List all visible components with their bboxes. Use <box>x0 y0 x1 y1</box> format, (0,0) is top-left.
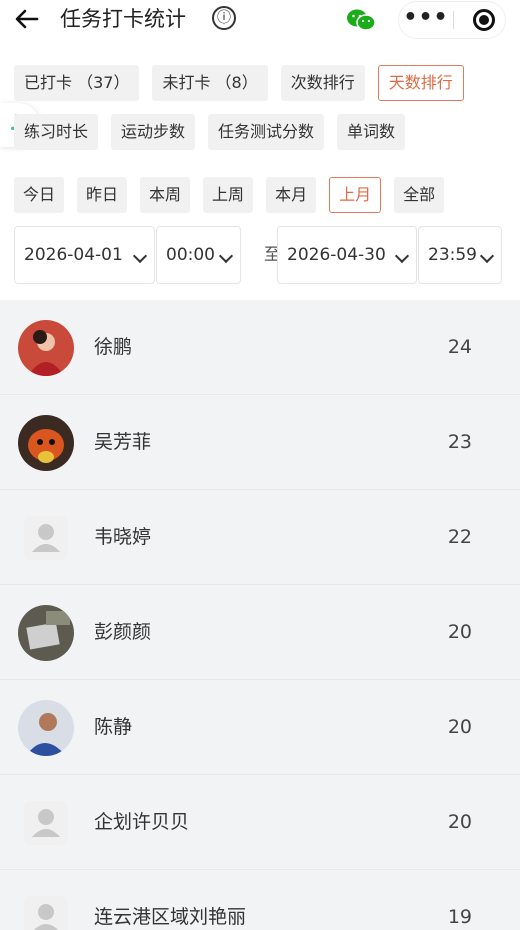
info-icon[interactable]: ⓘ <box>212 6 236 30</box>
capsule-divider <box>453 11 454 29</box>
filter-days-ranking[interactable]: 天数排行 <box>377 65 464 101</box>
start-date-select[interactable]: 2026-04-01 <box>14 226 155 284</box>
avatar <box>18 320 74 376</box>
close-circle-icon[interactable] <box>473 9 495 31</box>
top-bar: 任务打卡统计 ⓘ ••• <box>0 0 520 40</box>
avatar <box>18 605 74 661</box>
list-item[interactable]: 韦晓婷 22 <box>0 490 520 585</box>
chevron-down-icon <box>218 248 234 264</box>
member-days: 22 <box>447 526 472 548</box>
start-date-value: 2026-04-01 <box>24 245 123 265</box>
member-name: 彭颜颜 <box>94 621 152 643</box>
status-filter-row: 已打卡 （37） 未打卡 （8） 次数排行 天数排行 <box>14 65 464 101</box>
list-item[interactable]: 徐鹏 24 <box>0 300 520 395</box>
period-all[interactable]: 全部 <box>394 177 445 213</box>
chevron-down-icon <box>132 248 148 264</box>
period-filter-row: 今日 昨日 本周 上周 本月 上月 全部 <box>14 177 445 213</box>
end-time-value: 23:59 <box>428 245 477 265</box>
filter-checked-in[interactable]: 已打卡 （37） <box>14 65 140 101</box>
chevron-down-icon <box>479 248 495 264</box>
member-name: 吴芳菲 <box>94 431 152 453</box>
wechat-icon[interactable] <box>346 8 376 32</box>
start-time-select[interactable]: 00:00 <box>156 226 241 284</box>
member-name: 韦晓婷 <box>94 526 152 548</box>
metric-filter-row: 练习时长 运动步数 任务测试分数 单词数 <box>14 114 406 150</box>
period-last-month[interactable]: 上月 <box>329 177 382 213</box>
avatar <box>18 700 74 756</box>
period-this-month[interactable]: 本月 <box>266 177 317 213</box>
list-item[interactable]: 彭颜颜 20 <box>0 585 520 680</box>
filter-not-checked-in[interactable]: 未打卡 （8） <box>152 65 268 101</box>
end-date-select[interactable]: 2026-04-30 <box>277 226 417 284</box>
avatar <box>24 516 68 560</box>
filter-test-score[interactable]: 任务测试分数 <box>208 114 325 150</box>
period-last-week[interactable]: 上周 <box>203 177 254 213</box>
chevron-down-icon <box>394 248 410 264</box>
page-title: 任务打卡统计 <box>60 7 186 31</box>
list-item[interactable]: 企划许贝贝 20 <box>0 775 520 870</box>
member-name: 徐鹏 <box>94 336 133 358</box>
list-item[interactable]: 陈静 20 <box>0 680 520 775</box>
avatar <box>18 415 74 471</box>
mini-program-capsule: ••• <box>398 1 506 39</box>
list-item[interactable]: 吴芳菲 23 <box>0 395 520 490</box>
period-this-week[interactable]: 本周 <box>140 177 191 213</box>
member-name: 企划许贝贝 <box>94 811 190 833</box>
avatar <box>24 801 68 845</box>
filter-count-ranking[interactable]: 次数排行 <box>280 65 365 101</box>
member-name: 连云港区域刘艳丽 <box>94 906 247 928</box>
member-name: 陈静 <box>94 716 133 738</box>
member-days: 20 <box>447 716 472 738</box>
period-today[interactable]: 今日 <box>14 177 65 213</box>
end-date-value: 2026-04-30 <box>287 245 386 265</box>
start-time-value: 00:00 <box>166 245 215 265</box>
member-days: 23 <box>447 431 472 453</box>
member-days: 24 <box>447 336 472 358</box>
back-arrow-icon[interactable] <box>12 4 42 34</box>
list-item[interactable]: 连云港区域刘艳丽 19 <box>0 870 520 930</box>
member-days: 19 <box>447 906 472 928</box>
avatar <box>24 896 68 930</box>
period-yesterday[interactable]: 昨日 <box>77 177 128 213</box>
end-time-select[interactable]: 23:59 <box>418 226 502 284</box>
ranking-list: 徐鹏 24 吴芳菲 23 韦晓婷 22 彭颜颜 20 陈静 20 企划许贝贝 2… <box>0 300 520 930</box>
filter-word-count[interactable]: 单词数 <box>337 114 406 150</box>
member-days: 20 <box>447 621 472 643</box>
filter-practice-duration[interactable]: 练习时长 <box>14 114 99 150</box>
member-days: 20 <box>447 811 472 833</box>
filter-steps[interactable]: 运动步数 <box>111 114 196 150</box>
more-icon[interactable]: ••• <box>399 2 453 38</box>
